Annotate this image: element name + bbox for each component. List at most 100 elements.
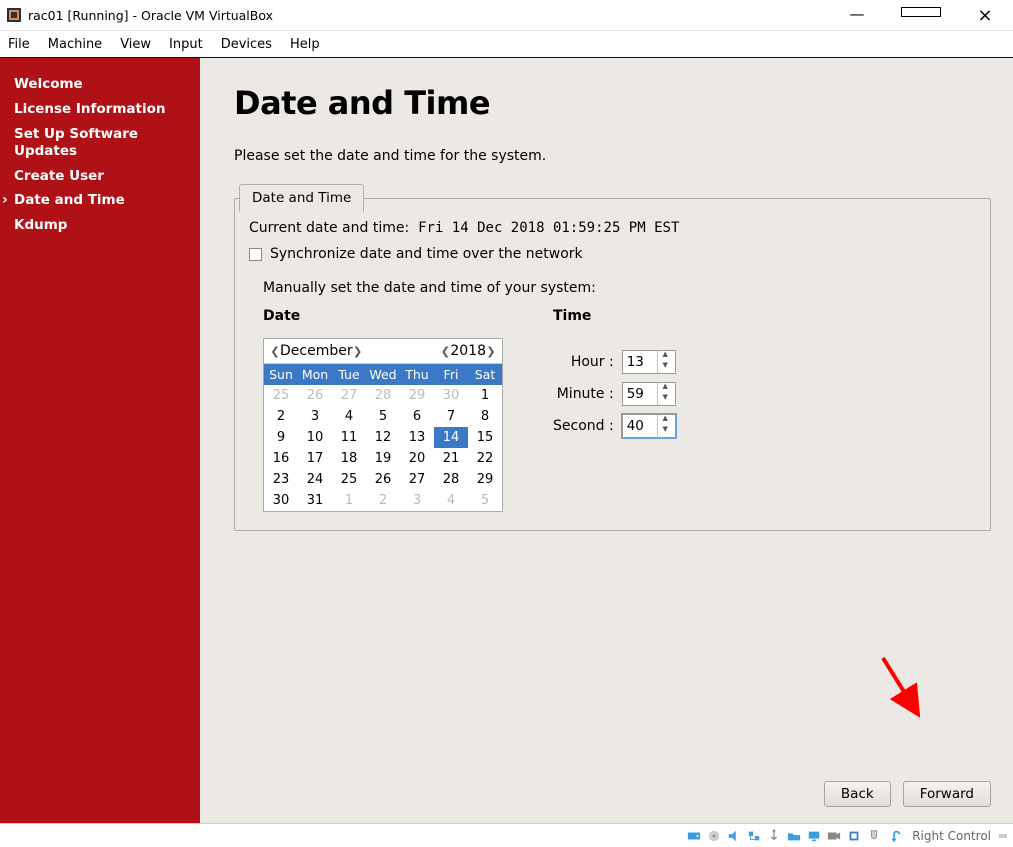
calendar-day[interactable]: 27 [400,469,434,490]
calendar-day[interactable]: 1 [468,385,502,406]
sidebar-item-updates[interactable]: Set Up Software Updates [14,126,190,160]
calendar-day[interactable]: 5 [366,406,400,427]
hour-down-icon[interactable]: ▼ [658,362,673,373]
sidebar-item-user[interactable]: Create User [14,168,190,185]
calendar-day[interactable]: 12 [366,427,400,448]
hostkey-label: Right Control [912,829,991,843]
calendar-dow-row: SunMonTueWedThuFriSat [264,364,502,385]
year-next-icon[interactable]: ❯ [486,345,496,358]
calendar-day[interactable]: 28 [434,469,468,490]
second-spinner[interactable]: ▲▼ [622,414,676,438]
sidebar-item-kdump[interactable]: Kdump [14,217,190,234]
calendar-year[interactable]: 2018 [450,343,486,359]
calendar-day[interactable]: 25 [332,469,366,490]
calendar-day[interactable]: 2 [264,406,298,427]
audio-icon[interactable] [726,828,742,844]
calendar-day[interactable]: 8 [468,406,502,427]
sync-checkbox[interactable] [249,248,262,261]
calendar-day[interactable]: 25 [264,385,298,406]
time-column: Time Hour : ▲▼ Minute : ▲▼ [553,308,676,512]
tab-datetime[interactable]: Date and Time [239,184,364,212]
hour-spinner[interactable]: ▲▼ [622,350,676,374]
calendar-day[interactable]: 23 [264,469,298,490]
wizard-nav-buttons: Back Forward [824,781,991,807]
menu-input[interactable]: Input [169,37,203,52]
calendar-day[interactable]: 16 [264,448,298,469]
calendar-day[interactable]: 1 [332,490,366,511]
calendar-day[interactable]: 26 [366,469,400,490]
calendar-dow: Wed [366,364,400,385]
menu-help[interactable]: Help [290,37,320,52]
calendar-day[interactable]: 22 [468,448,502,469]
calendar-day[interactable]: 15 [468,427,502,448]
hdd-icon[interactable] [686,828,702,844]
mouse-integration-icon[interactable] [866,828,882,844]
sidebar-item-license[interactable]: License Information [14,101,190,118]
cpu-icon[interactable] [846,828,862,844]
shared-folder-icon[interactable] [786,828,802,844]
sidebar-item-datetime[interactable]: Date and Time [14,192,190,209]
calendar-day[interactable]: 20 [400,448,434,469]
calendar-day[interactable]: 31 [298,490,332,511]
month-next-icon[interactable]: ❯ [353,345,363,358]
display-icon[interactable] [806,828,822,844]
calendar-dow: Tue [332,364,366,385]
calendar-day[interactable]: 18 [332,448,366,469]
calendar-day[interactable]: 9 [264,427,298,448]
current-datetime-label: Current date and time: [249,220,409,236]
calendar-day[interactable]: 3 [400,490,434,511]
calendar-day[interactable]: 26 [298,385,332,406]
back-button[interactable]: Back [824,781,891,807]
calendar-day[interactable]: 10 [298,427,332,448]
calendar-day[interactable]: 28 [366,385,400,406]
calendar-day[interactable]: 30 [434,385,468,406]
sidebar: Welcome License Information Set Up Softw… [0,58,200,823]
calendar-day[interactable]: 30 [264,490,298,511]
minute-spinner[interactable]: ▲▼ [622,382,676,406]
menu-devices[interactable]: Devices [221,37,272,52]
calendar-day[interactable]: 14 [434,427,468,448]
forward-button[interactable]: Forward [903,781,991,807]
calendar-month[interactable]: December [280,343,353,359]
calendar-day[interactable]: 29 [400,385,434,406]
calendar-day[interactable]: 21 [434,448,468,469]
second-down-icon[interactable]: ▼ [658,426,673,437]
calendar-day[interactable]: 19 [366,448,400,469]
manual-instruction: Manually set the date and time of your s… [263,280,976,296]
time-heading: Time [553,308,676,324]
close-button[interactable]: × [965,5,1005,26]
calendar-day[interactable]: 24 [298,469,332,490]
minimize-button[interactable]: — [837,5,877,26]
calendar-day[interactable]: 17 [298,448,332,469]
calendar-day[interactable]: 6 [400,406,434,427]
calendar-day[interactable]: 13 [400,427,434,448]
recording-icon[interactable] [826,828,842,844]
maximize-button[interactable] [901,5,941,26]
sync-network-row[interactable]: Synchronize date and time over the netwo… [249,246,976,262]
current-datetime-line: Current date and time: Fri 14 Dec 2018 0… [249,220,976,236]
calendar-day[interactable]: 29 [468,469,502,490]
network-icon[interactable] [746,828,762,844]
calendar-day[interactable]: 4 [434,490,468,511]
calendar-day[interactable]: 7 [434,406,468,427]
calendar-day[interactable]: 5 [468,490,502,511]
calendar-day[interactable]: 3 [298,406,332,427]
hour-input[interactable] [623,351,657,373]
calendar-day[interactable]: 11 [332,427,366,448]
keyboard-capture-icon[interactable] [886,828,902,844]
minute-down-icon[interactable]: ▼ [658,394,673,405]
calendar-day[interactable]: 4 [332,406,366,427]
second-input[interactable] [623,415,657,437]
menu-file[interactable]: File [8,37,30,52]
month-prev-icon[interactable]: ❮ [270,345,280,358]
optical-icon[interactable] [706,828,722,844]
calendar-day[interactable]: 27 [332,385,366,406]
minute-input[interactable] [623,383,657,405]
sidebar-item-welcome[interactable]: Welcome [14,76,190,93]
calendar-day[interactable]: 2 [366,490,400,511]
usb-icon[interactable] [766,828,782,844]
menu-machine[interactable]: Machine [48,37,102,52]
calendar-dow: Thu [400,364,434,385]
year-prev-icon[interactable]: ❮ [440,345,450,358]
menu-view[interactable]: View [120,37,151,52]
